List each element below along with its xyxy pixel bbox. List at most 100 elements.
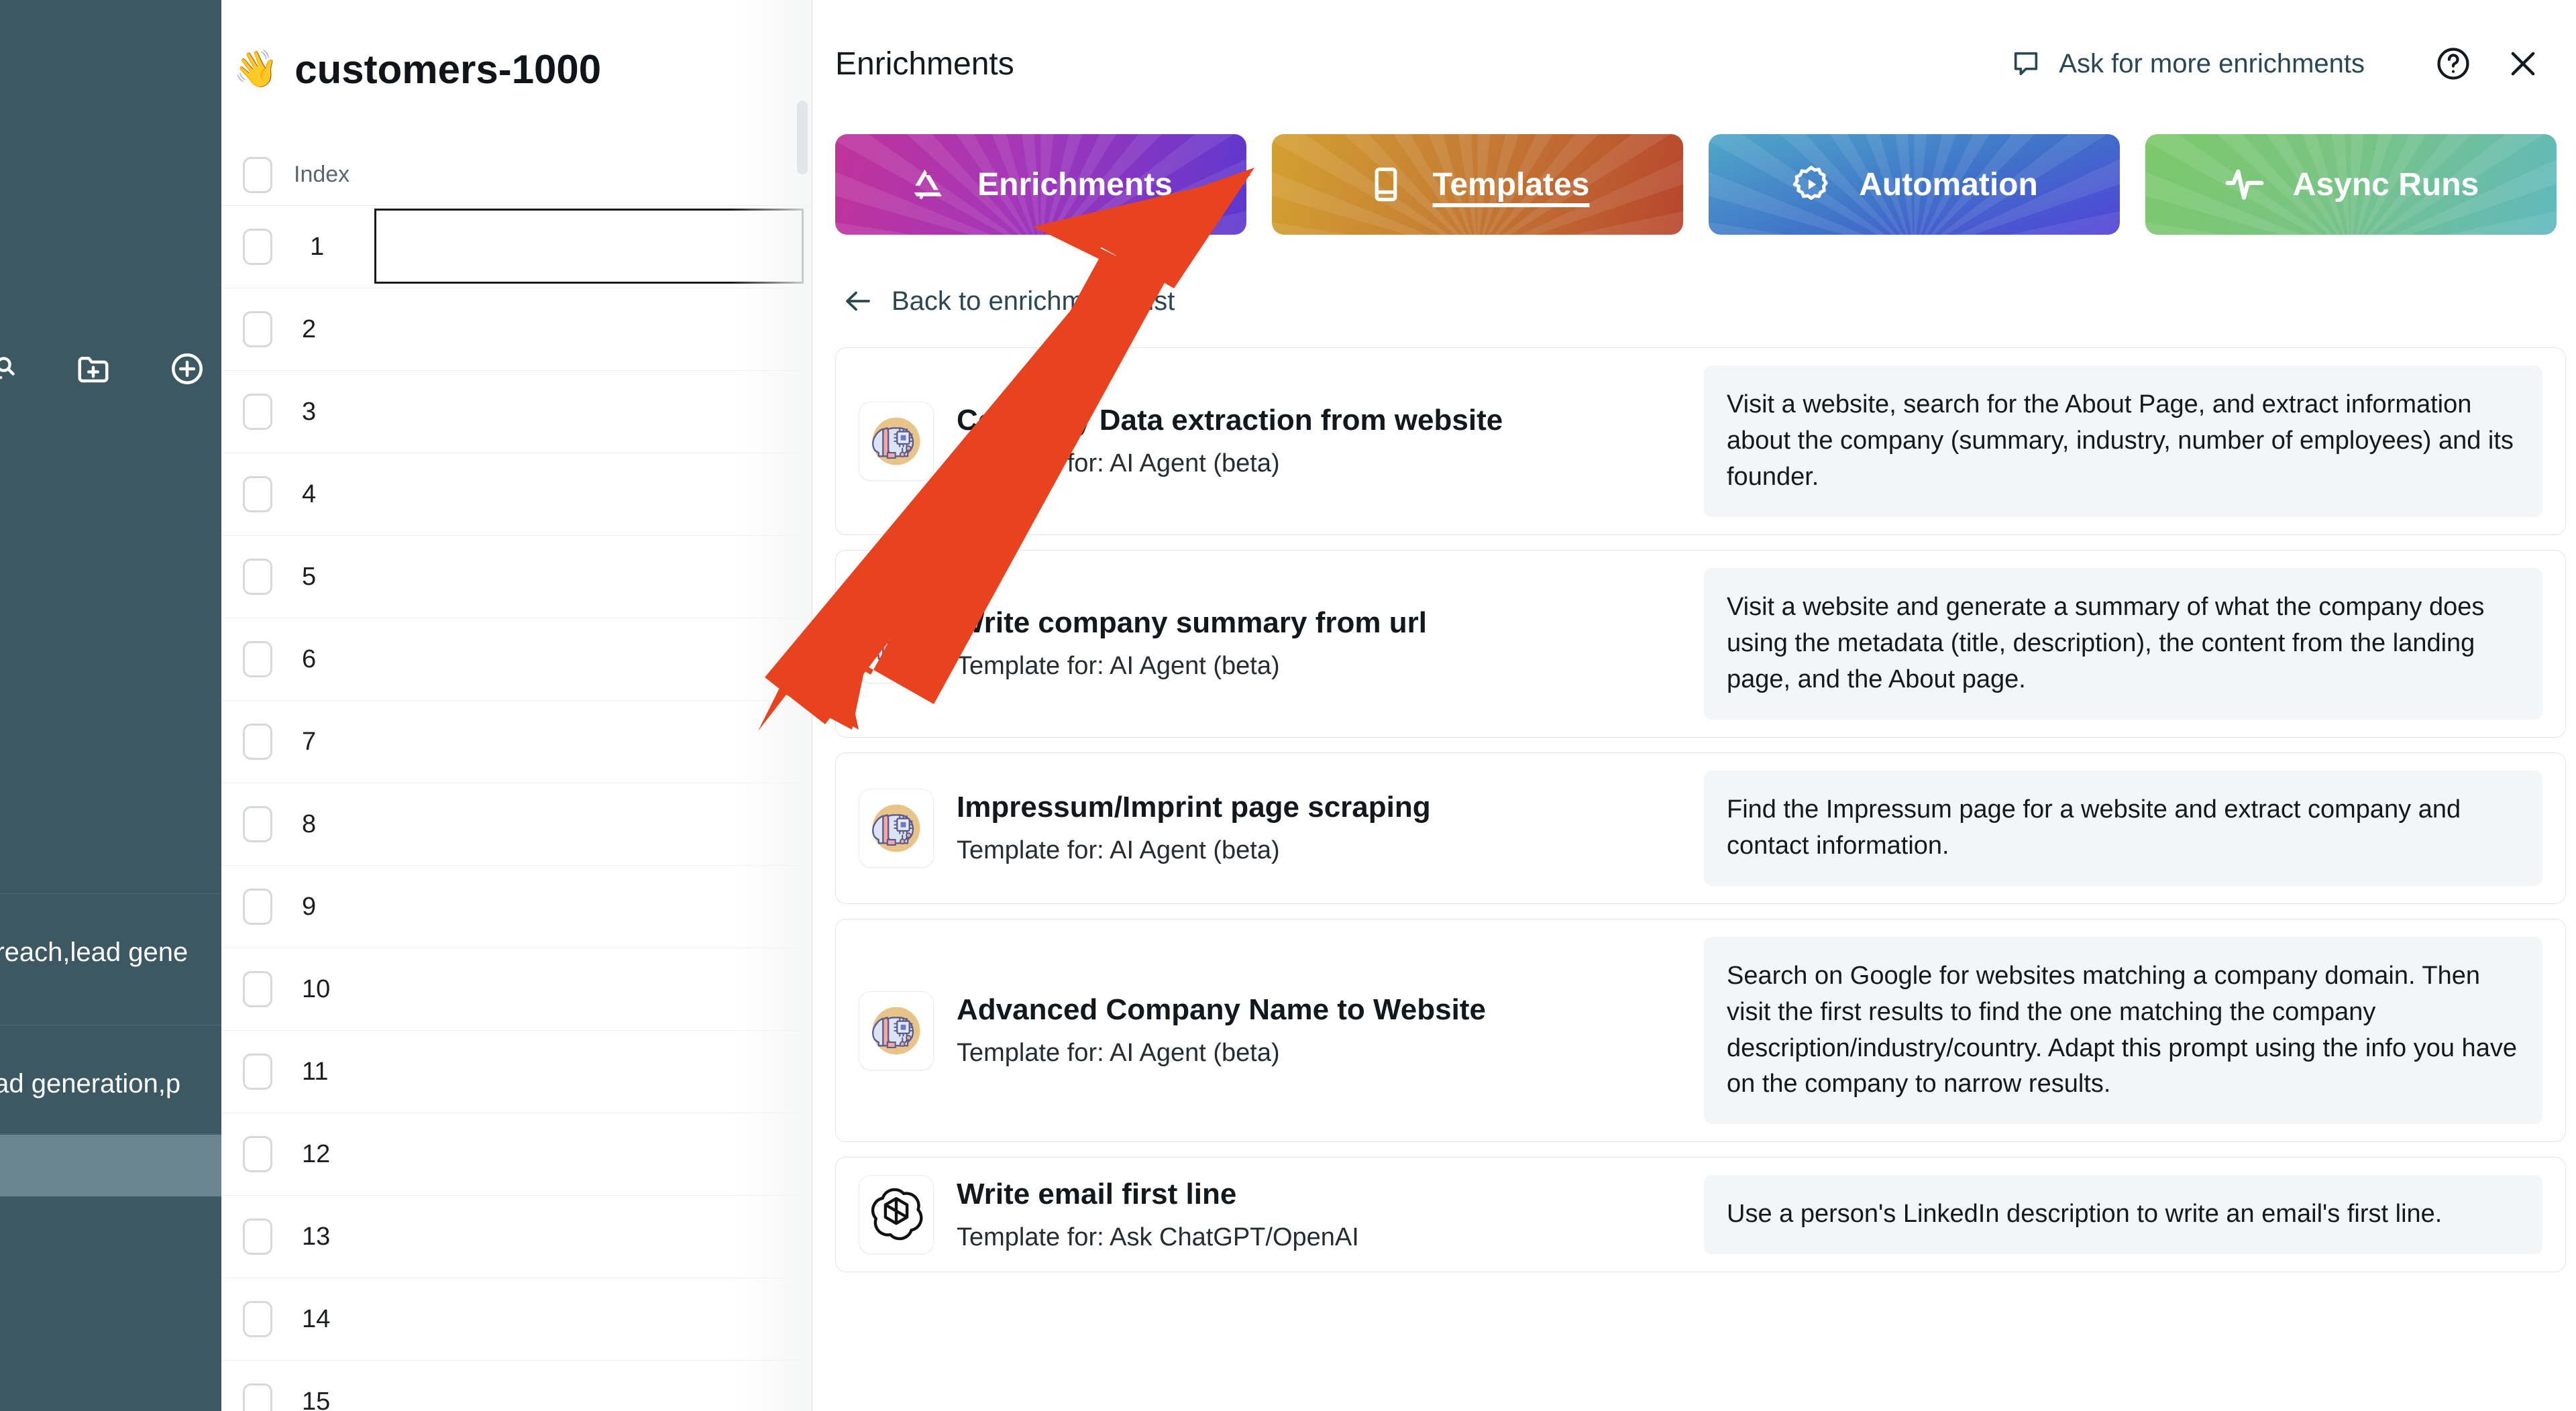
row-select-cell[interactable]: [221, 806, 294, 842]
row-checkbox[interactable]: [243, 641, 272, 677]
row-select-cell[interactable]: [221, 1136, 294, 1172]
cell-index[interactable]: 4: [294, 480, 316, 509]
tab-enrichments[interactable]: Enrichments: [835, 134, 1246, 235]
row-checkbox[interactable]: [243, 1384, 272, 1411]
row-select-cell[interactable]: [221, 641, 294, 677]
help-circle-icon[interactable]: [2432, 42, 2475, 85]
cell-index[interactable]: 9: [294, 893, 316, 921]
table-row[interactable]: 14: [221, 1278, 812, 1361]
rail-entry-tags-2[interactable]: lead generation,p: [0, 1069, 180, 1099]
table-row[interactable]: 3: [221, 371, 812, 453]
template-card-main: Impressum/Imprint page scraping Template…: [859, 789, 1704, 868]
table-row[interactable]: 15: [221, 1361, 812, 1411]
list-search-icon[interactable]: [0, 349, 19, 388]
spreadsheet-panel: 👋 customers-1000 Index 1 2 3: [221, 0, 812, 1411]
circle-plus-icon[interactable]: [168, 349, 207, 388]
row-select-cell[interactable]: [221, 971, 294, 1007]
template-description: Find the Impressum page for a website an…: [1704, 771, 2542, 886]
template-card[interactable]: Write company summary from url Template …: [835, 550, 2566, 738]
folder-plus-icon[interactable]: [74, 349, 113, 388]
select-all-cell[interactable]: [221, 157, 294, 193]
template-card-main: Write email first line Template for: Ask…: [859, 1175, 1704, 1254]
table-row[interactable]: 9: [221, 866, 812, 948]
row-select-cell[interactable]: [221, 1219, 294, 1255]
tab-templates[interactable]: Templates: [1272, 134, 1683, 235]
ask-for-more-enrichments-button[interactable]: Ask for more enrichments: [2010, 48, 2365, 79]
row-select-cell[interactable]: [221, 889, 294, 925]
tab-automation[interactable]: Automation: [1709, 134, 2120, 235]
template-subtitle: Template for: AI Agent (beta): [957, 652, 1427, 681]
row-checkbox[interactable]: [243, 229, 272, 265]
table-row[interactable]: 2: [221, 288, 812, 371]
row-checkbox[interactable]: [243, 1219, 272, 1255]
row-select-cell[interactable]: [221, 1301, 294, 1337]
cell-index[interactable]: 5: [294, 563, 316, 591]
row-select-cell[interactable]: [221, 1054, 294, 1090]
table-row[interactable]: 1: [221, 206, 812, 288]
row-checkbox[interactable]: [243, 311, 272, 347]
table-row[interactable]: 11: [221, 1031, 812, 1113]
cell-index[interactable]: 15: [294, 1388, 330, 1411]
tab-async-runs[interactable]: Async Runs: [2145, 134, 2557, 235]
template-card-text: Impressum/Imprint page scraping Template…: [957, 791, 1431, 865]
cell-index[interactable]: 14: [294, 1305, 330, 1334]
panel-tabs: Enrichments Templates: [835, 134, 2557, 235]
template-card-text: Advanced Company Name to Website Templat…: [957, 993, 1486, 1068]
cell-index[interactable]: 2: [294, 315, 316, 344]
cell-index[interactable]: 7: [294, 728, 316, 756]
panel-header: Enrichments Ask for more enrichments: [812, 0, 2576, 127]
cell-index[interactable]: 6: [294, 645, 316, 674]
row-select-cell[interactable]: [221, 311, 294, 347]
cell-index[interactable]: 11: [294, 1058, 328, 1086]
ai-agent-icon: [859, 604, 934, 683]
template-card[interactable]: Impressum/Imprint page scraping Template…: [835, 752, 2566, 904]
cell-index[interactable]: 12: [294, 1140, 330, 1169]
row-checkbox[interactable]: [243, 394, 272, 430]
table-row[interactable]: 6: [221, 618, 812, 701]
sheet-scrollbar[interactable]: [797, 101, 808, 174]
table-row[interactable]: 13: [221, 1196, 812, 1278]
template-card[interactable]: Advanced Company Name to Website Templat…: [835, 919, 2566, 1143]
row-checkbox[interactable]: [243, 889, 272, 925]
table-row[interactable]: 4: [221, 453, 812, 536]
row-select-cell[interactable]: [221, 1384, 294, 1411]
cell-index[interactable]: 8: [294, 810, 316, 839]
template-card-main: Company Data extraction from website Tem…: [859, 402, 1704, 481]
row-checkbox[interactable]: [243, 806, 272, 842]
row-select-cell[interactable]: [221, 724, 294, 760]
row-select-cell[interactable]: [221, 394, 294, 430]
rail-entry-tags-1[interactable]: utreach,lead gene: [0, 938, 188, 968]
template-card[interactable]: Company Data extraction from website Tem…: [835, 347, 2566, 535]
select-all-checkbox[interactable]: [243, 157, 272, 193]
table-row[interactable]: 8: [221, 783, 812, 866]
cell-index[interactable]: 10: [294, 975, 330, 1004]
row-select-cell[interactable]: [221, 559, 294, 595]
tab-templates-label: Templates: [1433, 166, 1590, 203]
row-checkbox[interactable]: [243, 971, 272, 1007]
row-checkbox[interactable]: [243, 476, 272, 512]
row-checkbox[interactable]: [243, 559, 272, 595]
column-header-index[interactable]: Index: [294, 162, 350, 188]
row-select-cell[interactable]: [221, 229, 294, 265]
back-to-enrichments-link[interactable]: Back to enrichments list: [842, 285, 1175, 317]
template-card[interactable]: Write email first line Template for: Ask…: [835, 1157, 2566, 1272]
cell-index[interactable]: 13: [294, 1223, 330, 1251]
rail-entry-selected[interactable]: [0, 1135, 221, 1196]
row-checkbox[interactable]: [243, 1054, 272, 1090]
template-title: Write email first line: [957, 1178, 1359, 1211]
table-row[interactable]: 5: [221, 536, 812, 618]
wave-emoji-icon: 👋: [233, 48, 278, 91]
table-row[interactable]: 12: [221, 1113, 812, 1196]
table-row[interactable]: 7: [221, 701, 812, 783]
row-checkbox[interactable]: [243, 1301, 272, 1337]
cell-index[interactable]: 1: [294, 233, 324, 262]
template-description: Search on Google for websites matching a…: [1704, 937, 2542, 1125]
table-row[interactable]: 10: [221, 948, 812, 1031]
ai-agent-icon: [859, 789, 934, 868]
row-checkbox[interactable]: [243, 724, 272, 760]
row-select-cell[interactable]: [221, 476, 294, 512]
cell-index[interactable]: 3: [294, 398, 316, 427]
row-checkbox[interactable]: [243, 1136, 272, 1172]
book-icon: [1366, 164, 1406, 205]
close-icon[interactable]: [2502, 42, 2544, 85]
